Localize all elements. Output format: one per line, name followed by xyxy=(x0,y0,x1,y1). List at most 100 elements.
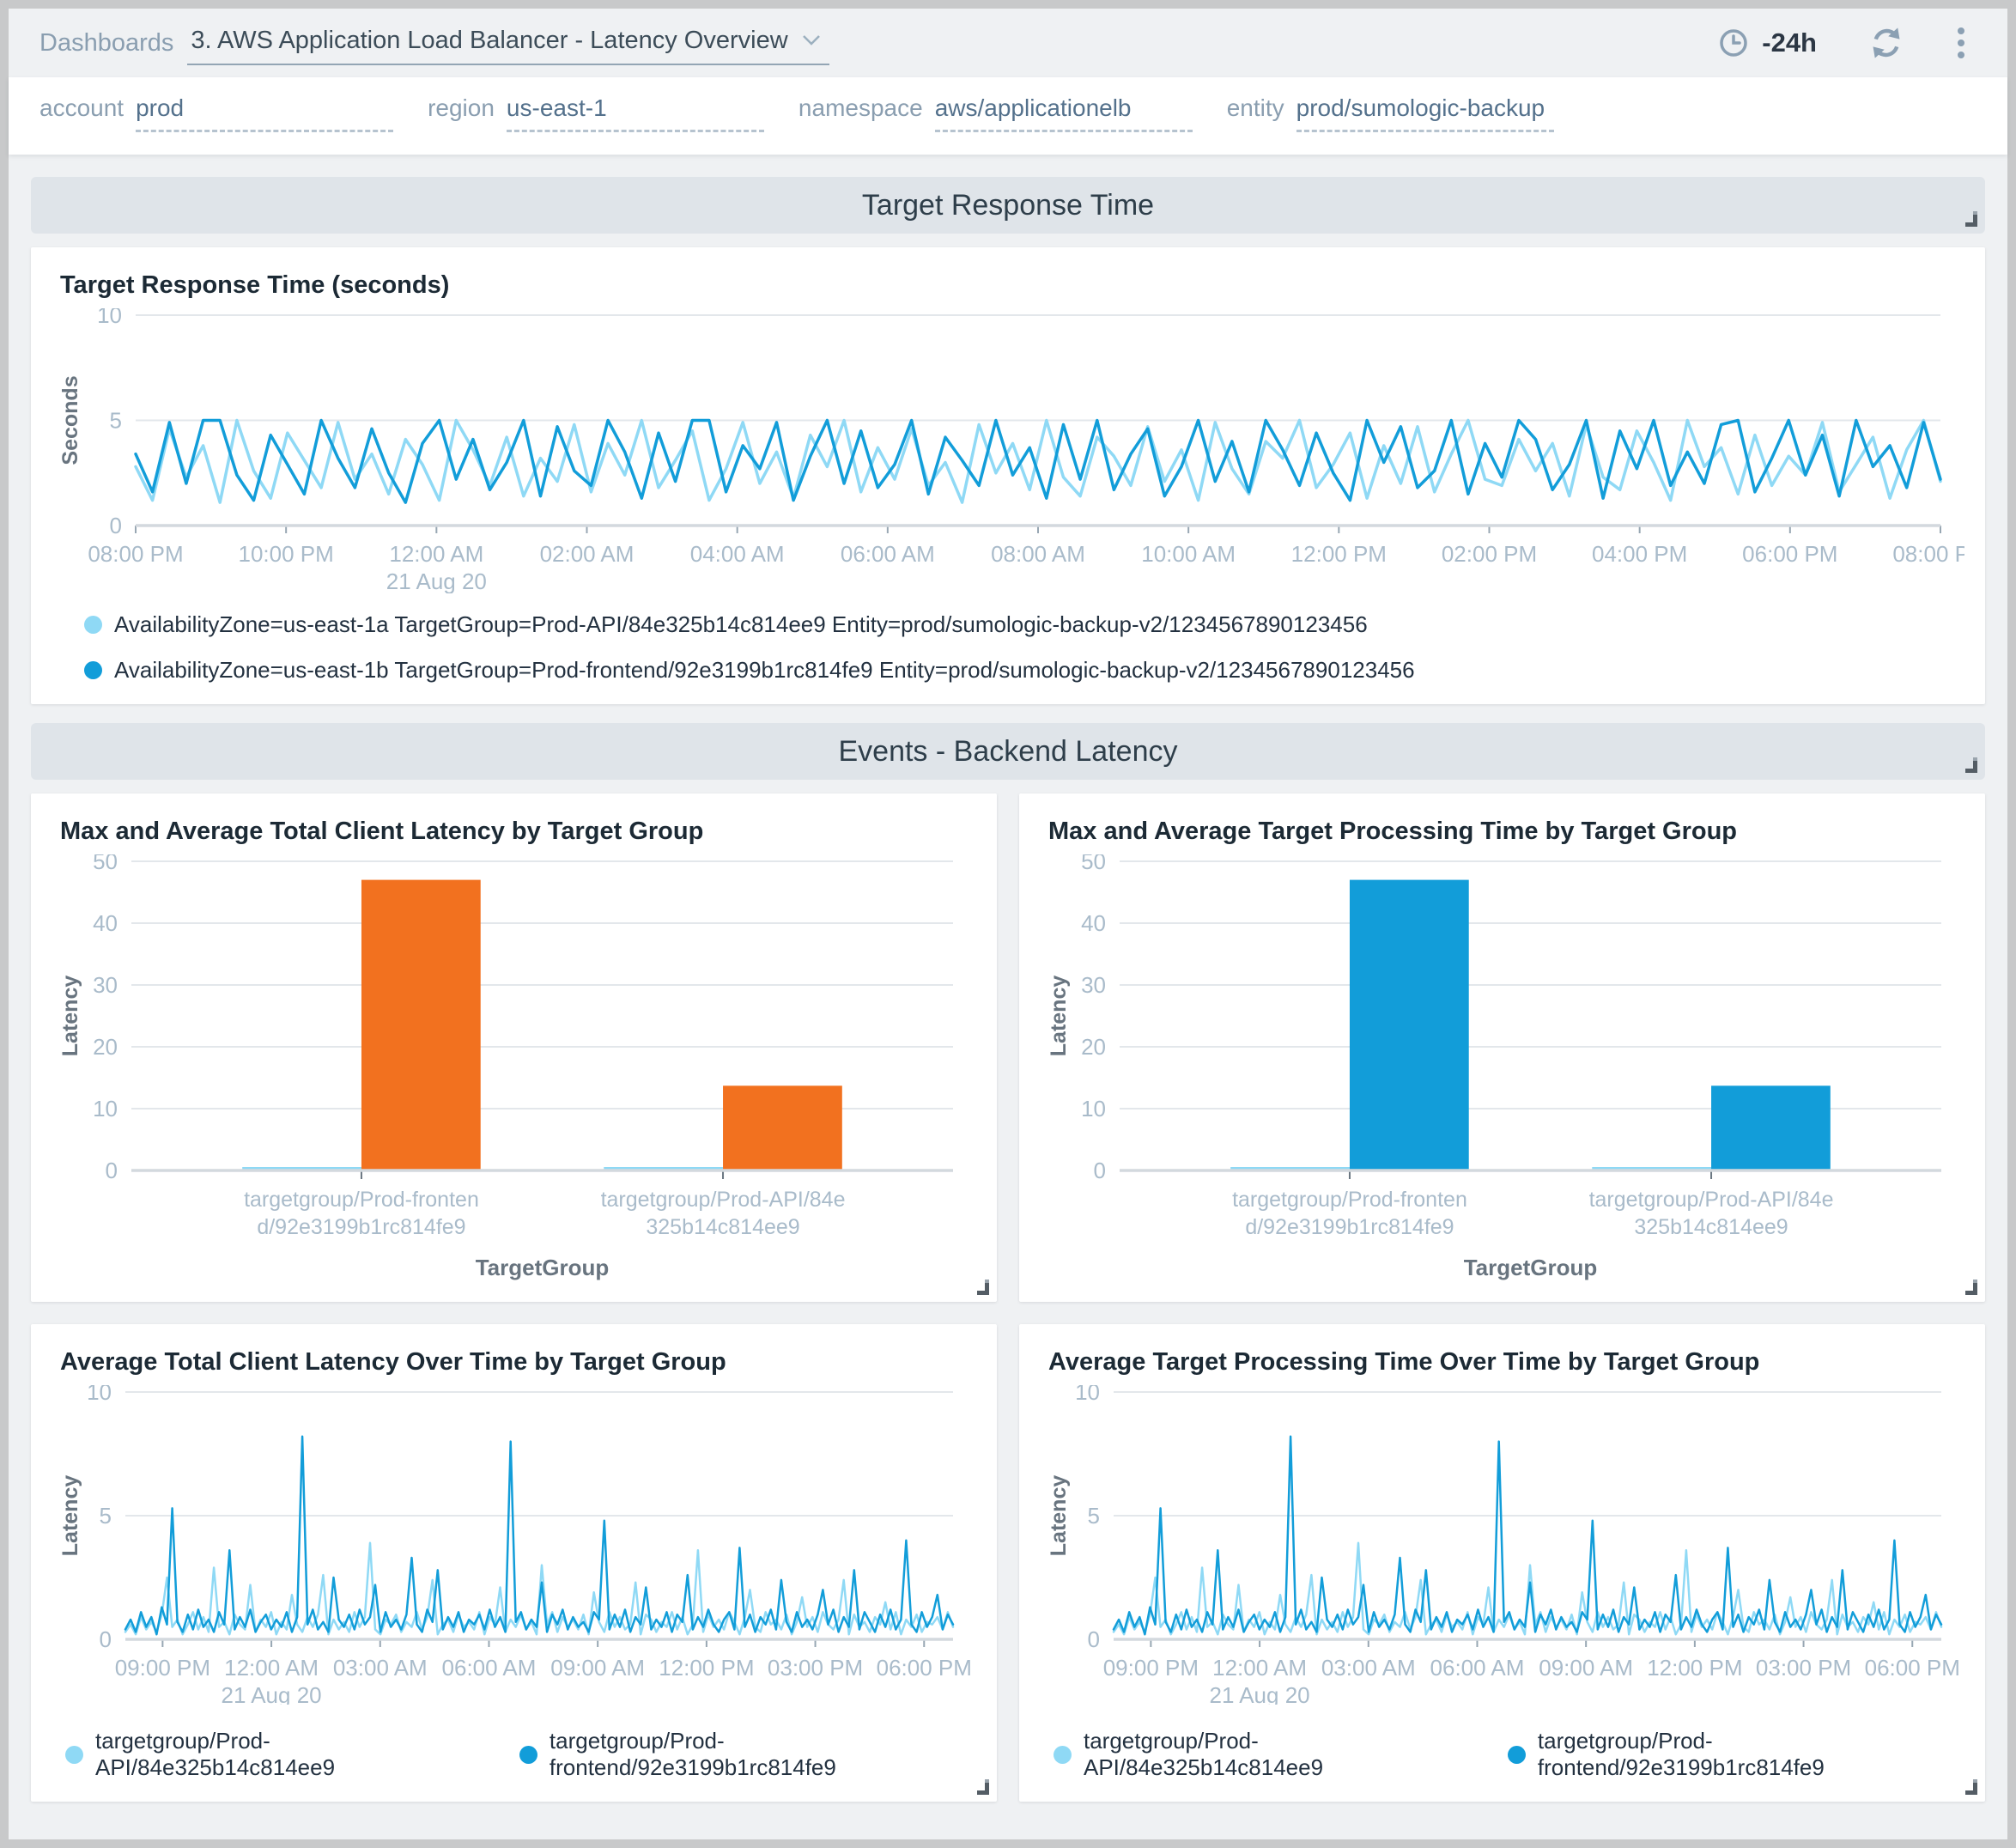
legend-item[interactable]: targetgroup/Prod-API/84e325b14c814ee9 xyxy=(65,1728,480,1781)
legend-item[interactable]: AvailabilityZone=us-east-1a TargetGroup=… xyxy=(84,611,1966,638)
panel-max-avg-client-latency: Max and Average Total Client Latency by … xyxy=(31,793,997,1302)
chart-title: Max and Average Target Processing Time b… xyxy=(1048,818,1966,846)
svg-text:10: 10 xyxy=(1075,1385,1100,1405)
svg-text:30: 30 xyxy=(1081,972,1106,998)
legend-dot-icon xyxy=(519,1746,537,1764)
svg-text:04:00 PM: 04:00 PM xyxy=(1592,541,1687,567)
svg-text:5: 5 xyxy=(100,1503,112,1529)
legend-label: targetgroup/Prod-frontend/92e3199b1rc814… xyxy=(550,1728,978,1781)
svg-text:10: 10 xyxy=(87,1385,112,1405)
svg-text:02:00 AM: 02:00 AM xyxy=(540,541,635,567)
svg-text:03:00 AM: 03:00 AM xyxy=(1321,1655,1416,1681)
client-latency-bar-chart[interactable]: 01020304050Latencytargetgroup/Prod-front… xyxy=(50,854,978,1290)
dashboard-page: Dashboards 3. AWS Application Load Balan… xyxy=(9,9,2007,1839)
panel-target-response-time: Target Response Time (seconds) 0 5 10 Secon… xyxy=(31,247,1985,704)
svg-text:12:00 AM: 12:00 AM xyxy=(224,1655,319,1681)
clock-icon xyxy=(1717,27,1750,59)
svg-text:50: 50 xyxy=(1081,854,1106,874)
svg-text:03:00 PM: 03:00 PM xyxy=(768,1655,863,1681)
svg-text:21 Aug 20: 21 Aug 20 xyxy=(386,568,487,593)
kebab-menu-icon[interactable] xyxy=(1949,24,1973,62)
svg-text:21 Aug 20: 21 Aug 20 xyxy=(1210,1682,1310,1705)
svg-text:06:00 PM: 06:00 PM xyxy=(1742,541,1837,567)
client-latency-legend: targetgroup/Prod-API/84e325b14c814ee9 tar… xyxy=(65,1728,978,1781)
target-processing-bar-chart[interactable]: 01020304050Latencytargetgroup/Prod-front… xyxy=(1038,854,1966,1290)
filter-label: namespace xyxy=(799,94,923,122)
target-processing-legend: targetgroup/Prod-API/84e325b14c814ee9 tar… xyxy=(1054,1728,1966,1781)
target-response-time-chart[interactable]: 0510Seconds08:00 PM10:00 PM12:00 AM21 Au… xyxy=(50,308,1966,598)
filter-account-value[interactable]: prod xyxy=(136,94,393,132)
svg-text:5: 5 xyxy=(110,408,122,434)
target-processing-time-chart[interactable]: 0510Latency09:00 PM12:00 AM21 Aug 2003:0… xyxy=(1038,1385,1966,1709)
svg-text:325b14c814ee9: 325b14c814ee9 xyxy=(1634,1215,1788,1239)
panel-avg-client-latency-over-time: Average Total Client Latency Over Time b… xyxy=(31,1324,997,1802)
chart-title: Average Target Processing Time Over Time… xyxy=(1048,1348,1966,1377)
svg-text:40: 40 xyxy=(1081,910,1106,936)
svg-text:03:00 AM: 03:00 AM xyxy=(333,1655,428,1681)
breadcrumb[interactable]: Dashboards xyxy=(39,29,173,58)
resize-handle-icon[interactable] xyxy=(1965,761,1977,773)
top-bar: Dashboards 3. AWS Application Load Balan… xyxy=(9,9,2007,77)
svg-text:Seconds: Seconds xyxy=(58,375,82,465)
filter-entity-value[interactable]: prod/sumologic-backup xyxy=(1296,94,1554,132)
svg-text:21 Aug 20: 21 Aug 20 xyxy=(222,1682,322,1705)
svg-text:TargetGroup: TargetGroup xyxy=(476,1255,610,1280)
legend-label: AvailabilityZone=us-east-1a TargetGroup=… xyxy=(114,611,1368,638)
svg-text:06:00 PM: 06:00 PM xyxy=(1865,1655,1960,1681)
svg-text:5: 5 xyxy=(1088,1503,1100,1529)
svg-text:04:00 AM: 04:00 AM xyxy=(690,541,785,567)
legend-label: targetgroup/Prod-API/84e325b14c814ee9 xyxy=(1084,1728,1468,1781)
svg-text:02:00 PM: 02:00 PM xyxy=(1442,541,1537,567)
time-range-button[interactable]: -24h xyxy=(1717,27,1817,59)
legend-label: AvailabilityZone=us-east-1b TargetGroup=… xyxy=(114,657,1415,684)
refresh-button[interactable] xyxy=(1868,26,1904,60)
resize-handle-icon[interactable] xyxy=(1965,1783,1977,1795)
svg-text:targetgroup/Prod-API/84e: targetgroup/Prod-API/84e xyxy=(601,1188,846,1212)
svg-text:08:00 AM: 08:00 AM xyxy=(991,541,1085,567)
legend-label: targetgroup/Prod-frontend/92e3199b1rc814… xyxy=(1538,1728,1966,1781)
panel-max-avg-target-processing: Max and Average Target Processing Time b… xyxy=(1019,793,1985,1302)
legend-item[interactable]: targetgroup/Prod-frontend/92e3199b1rc814… xyxy=(519,1728,978,1781)
section-title: Events - Backend Latency xyxy=(838,735,1177,769)
section-header-events-backend-latency: Events - Backend Latency xyxy=(31,723,1985,780)
svg-text:0: 0 xyxy=(1094,1158,1106,1183)
client-latency-time-chart[interactable]: 0510Latency09:00 PM12:00 AM21 Aug 2003:0… xyxy=(50,1385,978,1709)
svg-text:targetgroup/Prod-fronten: targetgroup/Prod-fronten xyxy=(1232,1188,1467,1212)
target-response-time-legend: AvailabilityZone=us-east-1a TargetGroup=… xyxy=(84,611,1966,684)
svg-text:10:00 AM: 10:00 AM xyxy=(1141,541,1236,567)
svg-text:10: 10 xyxy=(97,308,122,328)
svg-text:0: 0 xyxy=(106,1158,118,1183)
resize-handle-icon[interactable] xyxy=(1965,1283,1977,1295)
svg-text:08:00 PM: 08:00 PM xyxy=(1892,541,1964,567)
svg-text:06:00 AM: 06:00 AM xyxy=(1430,1655,1525,1681)
svg-text:30: 30 xyxy=(93,972,118,998)
resize-handle-icon[interactable] xyxy=(1965,215,1977,227)
svg-text:0: 0 xyxy=(110,513,122,538)
time-range-value: -24h xyxy=(1762,27,1817,58)
page-title: 3. AWS Application Load Balancer - Laten… xyxy=(191,27,787,55)
resize-handle-icon[interactable] xyxy=(977,1783,989,1795)
filter-account: account prod xyxy=(39,94,393,132)
legend-item[interactable]: targetgroup/Prod-frontend/92e3199b1rc814… xyxy=(1508,1728,1966,1781)
svg-text:d/92e3199b1rc814fe9: d/92e3199b1rc814fe9 xyxy=(257,1215,465,1239)
dashboard-title-dropdown[interactable]: 3. AWS Application Load Balancer - Laten… xyxy=(187,21,829,65)
window-frame: Dashboards 3. AWS Application Load Balan… xyxy=(0,0,2016,1848)
svg-text:09:00 AM: 09:00 AM xyxy=(550,1655,645,1681)
filter-region: region us-east-1 xyxy=(428,94,764,132)
legend-item[interactable]: AvailabilityZone=us-east-1b TargetGroup=… xyxy=(84,657,1966,684)
svg-text:12:00 PM: 12:00 PM xyxy=(1291,541,1387,567)
filter-namespace-value[interactable]: aws/applicationelb xyxy=(935,94,1193,132)
svg-text:10:00 PM: 10:00 PM xyxy=(239,541,334,567)
panel-avg-target-processing-over-time: Average Target Processing Time Over Time… xyxy=(1019,1324,1985,1802)
filter-region-value[interactable]: us-east-1 xyxy=(507,94,764,132)
chart-title: Target Response Time (seconds) xyxy=(60,271,1966,300)
filter-label: account xyxy=(39,94,124,122)
svg-text:06:00 PM: 06:00 PM xyxy=(877,1655,972,1681)
resize-handle-icon[interactable] xyxy=(977,1283,989,1295)
svg-text:09:00 AM: 09:00 AM xyxy=(1539,1655,1633,1681)
svg-text:12:00 PM: 12:00 PM xyxy=(1647,1655,1742,1681)
svg-text:10: 10 xyxy=(1081,1096,1106,1122)
svg-text:20: 20 xyxy=(93,1034,118,1060)
legend-dot-icon xyxy=(1508,1746,1526,1764)
legend-item[interactable]: targetgroup/Prod-API/84e325b14c814ee9 xyxy=(1054,1728,1468,1781)
